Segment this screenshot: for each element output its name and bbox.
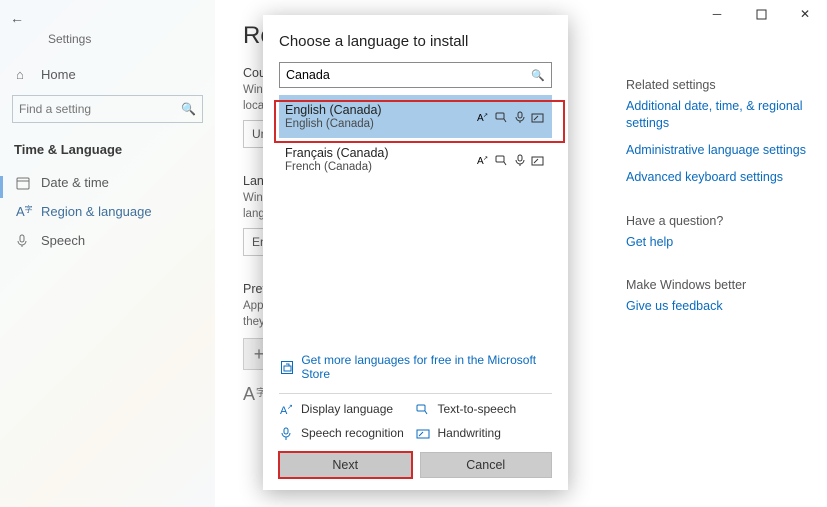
dialog-title: Choose a language to install: [279, 33, 552, 50]
settings-sidebar: ← Settings ⌂ Home 🔍 Time & Language Date…: [0, 0, 215, 507]
handwriting-icon: [531, 111, 544, 123]
legend-text-to-speech: Text-to-speech: [416, 402, 553, 416]
nav-date-time[interactable]: Date & time: [0, 168, 215, 197]
settings-search-input[interactable]: [19, 102, 181, 116]
capabilities-icons: A↗: [477, 154, 544, 166]
store-link-label: Get more languages for free in the Micro…: [301, 353, 552, 381]
search-icon: 🔍: [531, 69, 545, 82]
link-feedback[interactable]: Give us feedback: [626, 298, 813, 315]
handwriting-icon: [531, 154, 544, 166]
capabilities-legend: A↗ Display language Text-to-speech Speec…: [279, 393, 552, 440]
nav-label: Speech: [41, 233, 85, 248]
speech-recognition-icon: [279, 427, 293, 440]
speech-recognition-icon: [515, 111, 525, 123]
microphone-icon: [16, 234, 31, 248]
link-regional-settings[interactable]: Additional date, time, & regional settin…: [626, 98, 813, 132]
handwriting-icon: [416, 427, 430, 439]
back-button[interactable]: ←: [0, 6, 215, 30]
result-native: English (Canada): [285, 103, 382, 117]
close-button[interactable]: ✕: [783, 0, 827, 28]
text-to-speech-icon: [495, 154, 509, 166]
settings-search[interactable]: 🔍: [12, 95, 203, 123]
next-button[interactable]: Next: [279, 452, 412, 478]
home-icon: ⌂: [16, 67, 31, 82]
svg-text:↗: ↗: [483, 156, 488, 162]
link-get-help[interactable]: Get help: [626, 234, 813, 251]
cancel-button[interactable]: Cancel: [420, 452, 553, 478]
search-icon: 🔍: [181, 102, 196, 116]
nav-label: Home: [41, 67, 76, 82]
legend-display-language: A↗ Display language: [279, 402, 416, 416]
text-to-speech-icon: [495, 111, 509, 123]
nav-home[interactable]: ⌂ Home: [0, 60, 215, 89]
link-admin-language[interactable]: Administrative language settings: [626, 142, 813, 159]
legend-handwriting: Handwriting: [416, 426, 553, 440]
language-search[interactable]: 🔍: [279, 62, 552, 88]
feedback-header: Make Windows better: [626, 278, 813, 292]
link-keyboard-settings[interactable]: Advanced keyboard settings: [626, 169, 813, 186]
speech-recognition-icon: [515, 154, 525, 166]
result-english: English (Canada): [285, 118, 382, 130]
nav-section-header: Time & Language: [0, 135, 215, 164]
capabilities-icons: A↗: [477, 111, 544, 123]
legend-speech-recognition: Speech recognition: [279, 426, 416, 440]
language-result-french-canada[interactable]: Français (Canada) French (Canada) A↗: [279, 138, 552, 181]
display-language-icon: A↗: [477, 111, 489, 123]
nav-label: Region & language: [41, 204, 152, 219]
result-english: French (Canada): [285, 161, 389, 173]
related-pane: Related settings Additional date, time, …: [612, 30, 827, 325]
display-language-icon: A↗: [477, 154, 489, 166]
svg-text:↗: ↗: [483, 113, 488, 119]
choose-language-dialog: Choose a language to install 🔍 English (…: [263, 15, 568, 490]
nav-label: Date & time: [41, 175, 109, 190]
language-icon: A字: [16, 204, 31, 219]
text-to-speech-icon: [416, 403, 430, 415]
language-results: English (Canada) English (Canada) A↗ Fra…: [279, 94, 552, 181]
app-title: Settings: [48, 32, 215, 46]
nav-speech[interactable]: Speech: [0, 226, 215, 255]
store-icon: [281, 361, 293, 374]
svg-text:↗: ↗: [287, 404, 293, 411]
nav-region-language[interactable]: A字 Region & language: [0, 197, 215, 226]
minimize-button[interactable]: ─: [695, 0, 739, 28]
help-header: Have a question?: [626, 214, 813, 228]
display-language-icon: A↗: [279, 403, 293, 416]
language-result-english-canada[interactable]: English (Canada) English (Canada) A↗: [279, 95, 552, 138]
result-native: Français (Canada): [285, 146, 389, 160]
related-header: Related settings: [626, 78, 813, 92]
language-search-input[interactable]: [286, 68, 531, 82]
maximize-button[interactable]: [739, 0, 783, 28]
ms-store-languages-link[interactable]: Get more languages for free in the Micro…: [279, 347, 552, 387]
calendar-icon: [16, 176, 31, 190]
